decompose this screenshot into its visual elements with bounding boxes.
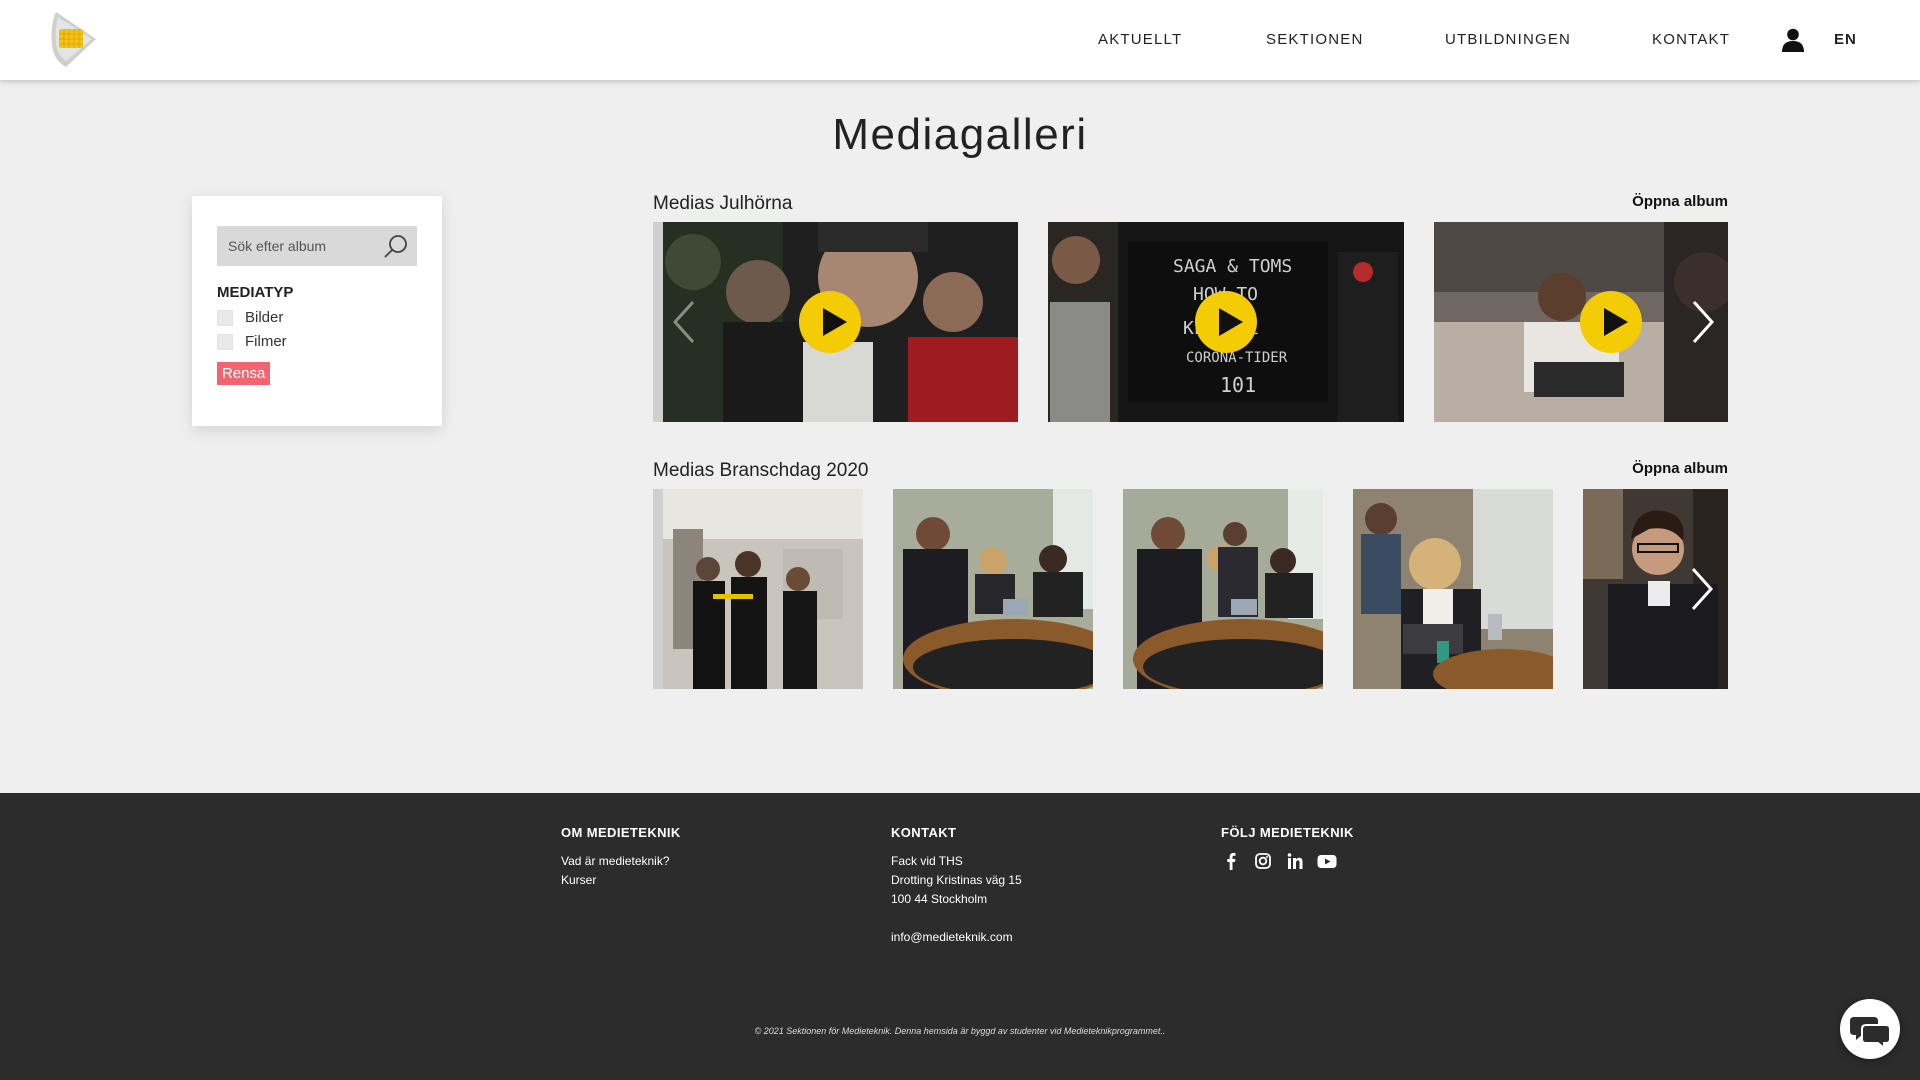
chat-button[interactable] <box>1840 999 1900 1059</box>
photo-thumbnail[interactable] <box>653 489 863 689</box>
nav-utbildningen[interactable]: UTBILDNINGEN <box>1445 31 1571 48</box>
chat-bubbles-icon <box>1850 1017 1891 1051</box>
open-album-branschdag-link[interactable]: Öppna album <box>1632 460 1728 477</box>
photo-thumbnail-image <box>1123 489 1323 689</box>
social-icons <box>1221 852 1354 870</box>
carousel-prev-arrow-icon[interactable] <box>665 292 705 352</box>
youtube-icon[interactable] <box>1317 852 1337 870</box>
carousel-next-arrow-icon[interactable] <box>1681 559 1721 619</box>
svg-text:CORONA-TIDER: CORONA-TIDER <box>1186 350 1288 366</box>
album-title-branschdag: Medias Branschdag 2020 <box>653 460 869 481</box>
filter-panel: MEDIATYP Bilder Filmer Rensa <box>192 196 442 426</box>
svg-text:SAGA & TOMS: SAGA & TOMS <box>1173 256 1292 277</box>
svg-text:101: 101 <box>1220 373 1256 397</box>
bilder-checkbox[interactable] <box>217 309 233 326</box>
photo-thumbnail-image <box>653 489 863 689</box>
copyright-text: © 2021 Sektionen för Medieteknik. Denna … <box>754 1026 1166 1036</box>
search-icon[interactable] <box>383 233 409 259</box>
language-switch[interactable]: EN <box>1834 31 1857 48</box>
footer-link-vad-ar-medieteknik[interactable]: Vad är medieteknik? <box>561 852 681 871</box>
medieteknik-logo[interactable] <box>48 9 100 71</box>
play-icon <box>1580 291 1642 353</box>
footer-follow-column: FÖLJ MEDIETEKNIK <box>1221 825 1354 870</box>
album-title-julhorna: Medias Julhörna <box>653 193 793 214</box>
nav-kontakt[interactable]: KONTAKT <box>1652 31 1730 48</box>
footer: OM MEDIETEKNIK Vad är medieteknik? Kurse… <box>0 793 1920 1080</box>
footer-address-line: Drotting Kristinas väg 15 <box>891 873 1022 887</box>
footer-link-kurser[interactable]: Kurser <box>561 871 681 890</box>
footer-address-line: Fack vid THS <box>891 854 963 868</box>
footer-follow-heading: FÖLJ MEDIETEKNIK <box>1221 825 1354 840</box>
filmer-checkbox[interactable] <box>217 333 233 350</box>
nav-aktuellt[interactable]: AKTUELLT <box>1098 31 1182 48</box>
album-search <box>217 226 417 266</box>
instagram-icon[interactable] <box>1253 852 1273 870</box>
page-title: Mediagalleri <box>832 110 1088 159</box>
footer-address-line: 100 44 Stockholm <box>891 892 988 906</box>
video-thumbnail[interactable] <box>653 222 1018 422</box>
photo-thumbnail-image <box>1353 489 1553 689</box>
user-icon[interactable] <box>1782 28 1804 52</box>
linkedin-icon[interactable] <box>1285 852 1305 870</box>
video-thumbnail[interactable] <box>1434 222 1728 422</box>
nav-sektionen[interactable]: SEKTIONEN <box>1266 31 1363 48</box>
photo-thumbnail[interactable] <box>1123 489 1323 689</box>
open-album-julhorna-link[interactable]: Öppna album <box>1632 193 1728 210</box>
footer-contact-heading: KONTAKT <box>891 825 957 840</box>
play-icon <box>1195 291 1257 353</box>
filter-option-filmer[interactable]: Filmer <box>217 333 287 350</box>
footer-contact-column: KONTAKT Fack vid THS Drotting Kristinas … <box>891 825 1022 947</box>
mediatype-heading: MEDIATYP <box>217 284 294 301</box>
footer-email-link[interactable]: info@medieteknik.com <box>891 928 1022 947</box>
play-icon <box>799 291 861 353</box>
bilder-label: Bilder <box>245 309 284 326</box>
facebook-icon[interactable] <box>1221 852 1241 870</box>
video-thumbnail[interactable]: SAGA & TOMS HOW TO KLARA i CORONA-TIDER … <box>1048 222 1404 422</box>
filmer-label: Filmer <box>245 333 287 350</box>
photo-thumbnail[interactable] <box>1583 489 1728 689</box>
album-search-input[interactable] <box>217 226 377 266</box>
filter-option-bilder[interactable]: Bilder <box>217 309 283 326</box>
footer-about-column: OM MEDIETEKNIK Vad är medieteknik? Kurse… <box>561 825 681 890</box>
photo-thumbnail[interactable] <box>893 489 1093 689</box>
top-navigation-bar: AKTUELLT SEKTIONEN UTBILDNINGEN KONTAKT … <box>0 0 1920 80</box>
photo-thumbnail[interactable] <box>1353 489 1553 689</box>
footer-about-heading: OM MEDIETEKNIK <box>561 825 681 840</box>
photo-thumbnail-image <box>893 489 1093 689</box>
clear-filter-button[interactable]: Rensa <box>217 362 271 385</box>
carousel-next-arrow-icon[interactable] <box>1682 292 1722 352</box>
